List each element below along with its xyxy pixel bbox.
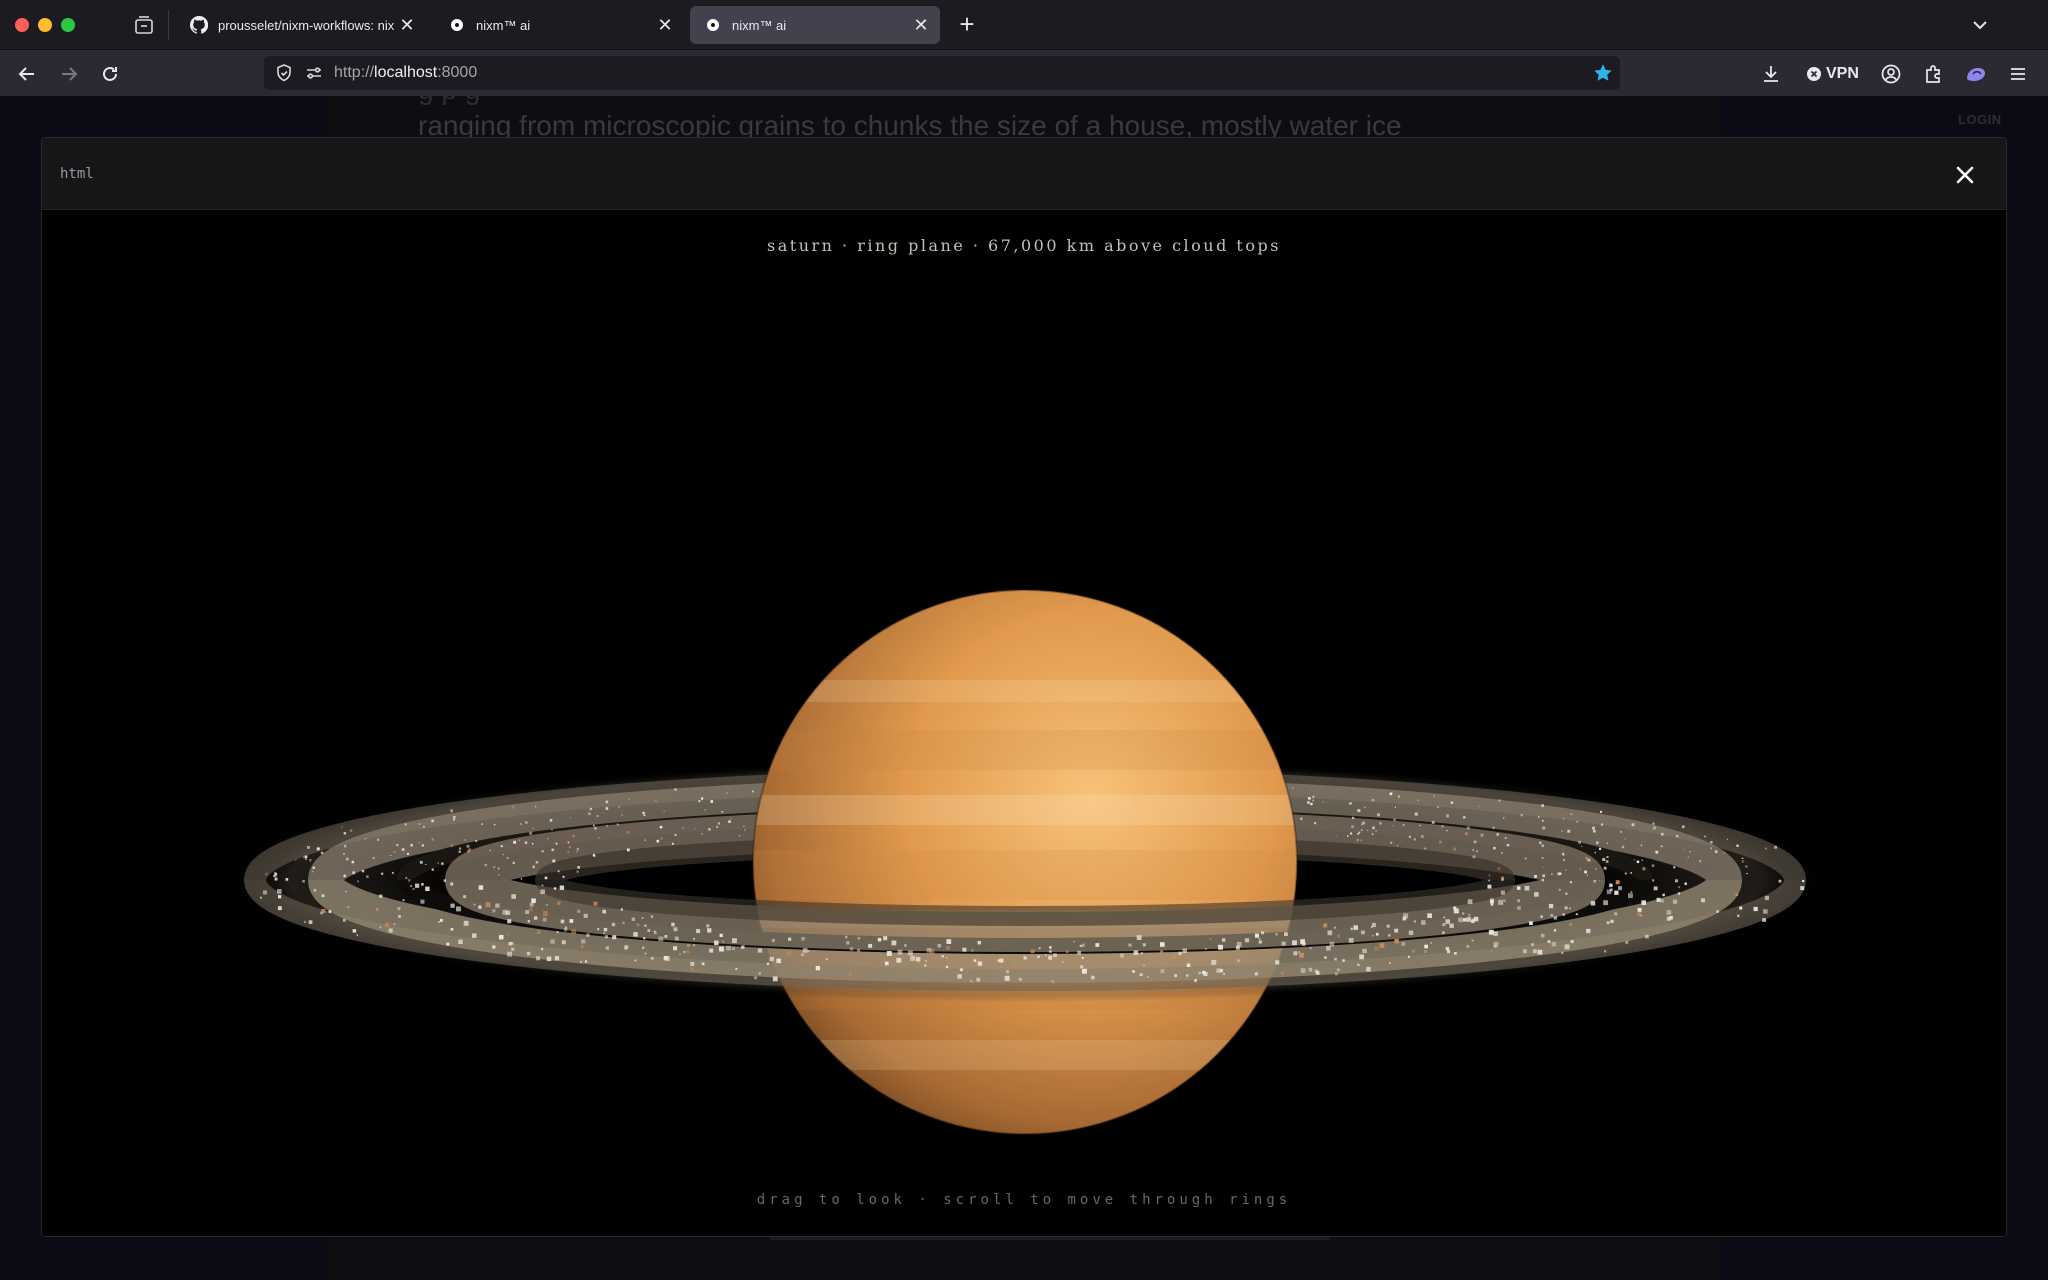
tab-label: nixm™ ai: [476, 17, 531, 33]
tab-separator: [168, 10, 169, 40]
tab-github[interactable]: prousselet/nixm-workflows: nixm ✕: [176, 6, 426, 44]
vpn-label: VPN: [1826, 65, 1859, 82]
window-minimize-button[interactable]: [38, 18, 52, 32]
forward-arrow-icon[interactable]: [54, 59, 84, 89]
back-arrow-icon[interactable]: [12, 59, 42, 89]
window-close-button[interactable]: [15, 18, 29, 32]
tab-label: prousselet/nixm-workflows: nixm: [218, 17, 394, 33]
saturn-scene: [225, 589, 1825, 1135]
browser-navbar: http://localhost:8000 VPN: [0, 50, 2048, 96]
url-bar[interactable]: http://localhost:8000: [264, 56, 1620, 90]
login-link[interactable]: LOGIN: [1958, 112, 2002, 127]
new-tab-plus-icon[interactable]: +: [952, 10, 982, 40]
tab-groups-icon[interactable]: [132, 14, 156, 38]
modal-language-label: html: [60, 166, 94, 182]
tab-close-icon[interactable]: ✕: [908, 12, 934, 38]
saturn-planet: [752, 589, 1298, 1135]
nixm-favicon-icon: [448, 16, 466, 34]
saturn-canvas[interactable]: saturn · ring plane · 67,000 km above cl…: [42, 210, 2006, 1236]
vpn-button[interactable]: VPN: [1806, 61, 1859, 87]
site-permissions-icon[interactable]: [304, 63, 324, 83]
vpn-status-icon: [1807, 67, 1821, 81]
tab-list-chevron-down-icon[interactable]: [1966, 12, 1994, 38]
browser-titlebar: prousselet/nixm-workflows: nixm ✕ nixm™ …: [0, 0, 2048, 50]
downloads-icon[interactable]: [1760, 61, 1782, 87]
account-icon[interactable]: [1880, 61, 1902, 87]
extensions-icon[interactable]: [1922, 61, 1944, 87]
modal-header: html: [42, 138, 2006, 210]
url-text[interactable]: http://localhost:8000: [334, 64, 477, 82]
nixm-favicon-icon: [704, 16, 722, 34]
bookmark-star-icon[interactable]: [1592, 62, 1614, 84]
tab-label: nixm™ ai: [732, 17, 787, 33]
menu-hamburger-icon[interactable]: [2008, 61, 2028, 87]
background-text-line-top: g p g: [418, 96, 480, 106]
html-preview-modal: html saturn · ring plane · 67,000 km abo…: [41, 137, 2007, 1237]
tab-close-icon[interactable]: ✕: [394, 12, 420, 38]
interaction-hint: drag to look · scroll to move through ri…: [756, 1192, 1292, 1208]
assistant-extension-icon[interactable]: [1964, 61, 1988, 87]
tab-nixm-active[interactable]: nixm™ ai ✕: [690, 6, 940, 44]
tab-close-icon[interactable]: ✕: [652, 12, 678, 38]
github-icon: [190, 16, 208, 34]
window-zoom-button[interactable]: [61, 18, 75, 32]
tab-nixm-1[interactable]: nixm™ ai ✕: [434, 6, 684, 44]
scene-caption: saturn · ring plane · 67,000 km above cl…: [767, 236, 1281, 255]
tracking-shield-icon[interactable]: [274, 63, 294, 83]
reload-icon[interactable]: [95, 59, 125, 89]
close-icon[interactable]: [1952, 162, 1978, 188]
